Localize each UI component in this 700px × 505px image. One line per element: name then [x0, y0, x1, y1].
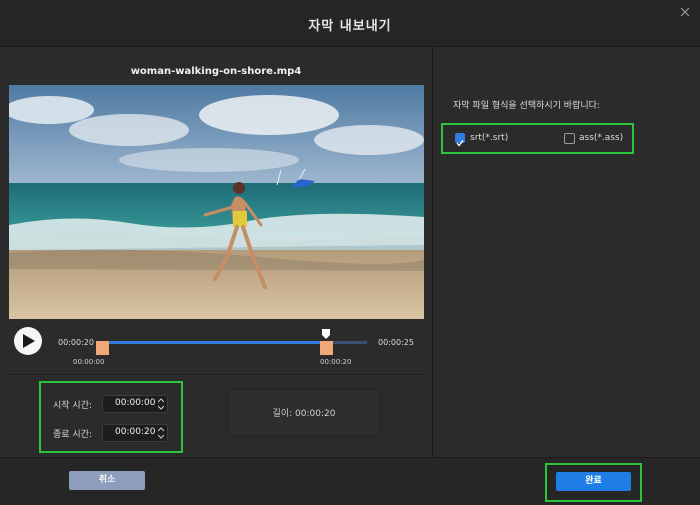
preview-pane: woman-walking-on-shore.mp4 00:00:20 00:0…	[0, 47, 432, 457]
format-pane: 자막 파일 형식을 선택하시기 바랍니다: srt(*.srt) ass(*.a…	[433, 47, 700, 457]
export-subtitles-dialog: 자막 내보내기 woman-walking-on-shore.mp4 00:00…	[0, 0, 700, 505]
ass-option-label[interactable]: ass(*.ass)	[579, 133, 623, 143]
range-start-time-label: 00:00:00	[73, 358, 105, 366]
length-display: 길이: 00:00:20	[228, 389, 380, 436]
checkmark-icon	[456, 140, 464, 147]
start-time-value: 00:00:00	[115, 398, 156, 408]
cancel-button[interactable]: 취소	[69, 471, 145, 490]
dialog-footer: 취소 완료	[0, 457, 700, 505]
range-end-time-label: 00:00:20	[320, 358, 352, 366]
video-preview	[9, 85, 424, 319]
srt-option-label[interactable]: srt(*.srt)	[470, 133, 508, 143]
end-time-value: 00:00:20	[115, 427, 156, 437]
format-options-highlight: srt(*.srt) ass(*.ass)	[441, 123, 634, 154]
end-time-stepper[interactable]: 00:00:20	[102, 424, 168, 442]
time-range-highlight: 시작 시간: 00:00:00 종료 시간: 00:00:20	[39, 381, 183, 453]
range-end-handle[interactable]	[320, 341, 333, 355]
title-bar: 자막 내보내기	[0, 0, 700, 47]
total-duration: 00:00:25	[378, 338, 414, 347]
length-value: 00:00:20	[295, 409, 336, 419]
close-icon[interactable]	[678, 4, 692, 18]
play-button[interactable]	[14, 327, 42, 355]
timeline-selected-range	[103, 341, 323, 344]
done-button-highlight: 완료	[545, 463, 642, 502]
format-prompt: 자막 파일 형식을 선택하시기 바랍니다:	[453, 101, 600, 111]
range-start-handle[interactable]	[96, 341, 109, 355]
length-text: 길이: 00:00:20	[229, 406, 379, 419]
length-label: 길이:	[272, 409, 293, 419]
playhead-handle[interactable]	[322, 329, 330, 339]
play-icon	[23, 334, 35, 348]
srt-checkbox[interactable]	[455, 133, 465, 147]
done-button[interactable]: 완료	[556, 472, 631, 491]
section-divider	[9, 374, 424, 375]
ass-checkbox[interactable]	[564, 133, 575, 144]
start-time-label: 시작 시간:	[53, 401, 93, 411]
stepper-arrows-icon[interactable]	[158, 427, 164, 439]
video-filename: woman-walking-on-shore.mp4	[130, 66, 302, 77]
stepper-arrows-icon[interactable]	[158, 398, 164, 410]
dialog-title: 자막 내보내기	[308, 19, 392, 34]
current-time: 00:00:20	[58, 338, 94, 347]
start-time-stepper[interactable]: 00:00:00	[102, 395, 168, 413]
end-time-label: 종료 시간:	[53, 430, 93, 440]
